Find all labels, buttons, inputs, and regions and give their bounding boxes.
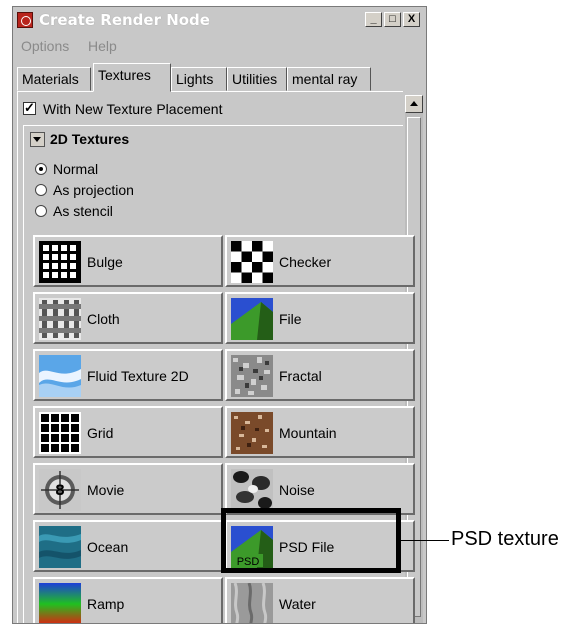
texture-label: Movie bbox=[87, 482, 125, 498]
fractal-icon bbox=[231, 355, 273, 397]
app-icon bbox=[17, 12, 33, 28]
callout-line bbox=[401, 540, 449, 541]
texture-button-water[interactable]: Water bbox=[225, 577, 415, 623]
file-icon bbox=[231, 298, 273, 340]
texture-button-bulge[interactable]: Bulge bbox=[33, 235, 223, 287]
texture-button-ocean[interactable]: Ocean bbox=[33, 520, 223, 572]
radio-label: As stencil bbox=[53, 203, 113, 219]
placement-checkbox-label: With New Texture Placement bbox=[43, 101, 223, 117]
tab-textures[interactable]: Textures bbox=[93, 63, 171, 92]
texture-label: Noise bbox=[279, 482, 315, 498]
texture-button-fractal[interactable]: Fractal bbox=[225, 349, 415, 401]
maximize-button[interactable]: □ bbox=[384, 12, 401, 27]
psd-texture-callout: PSD texture bbox=[451, 528, 559, 550]
menu-help[interactable]: Help bbox=[88, 38, 117, 54]
collapse-arrow-icon[interactable] bbox=[30, 132, 45, 147]
movie-icon: 8 bbox=[39, 469, 81, 511]
section-title: 2D Textures bbox=[50, 131, 130, 147]
tab-utilities[interactable]: Utilities bbox=[227, 67, 287, 91]
texture-button-checker[interactable]: Checker bbox=[225, 235, 415, 287]
radio-label: Normal bbox=[53, 161, 99, 177]
scroll-up-arrow-icon[interactable] bbox=[405, 95, 423, 113]
texture-label: Checker bbox=[279, 254, 332, 270]
texture-button-cloth[interactable]: Cloth bbox=[33, 292, 223, 344]
noise-icon bbox=[231, 469, 273, 511]
minimize-button[interactable]: _ bbox=[365, 12, 382, 27]
texture-label: Grid bbox=[87, 425, 114, 441]
texture-label: Water bbox=[279, 596, 316, 612]
placement-checkbox[interactable] bbox=[23, 100, 36, 116]
grid-icon bbox=[39, 412, 81, 454]
tab-lights[interactable]: Lights bbox=[171, 67, 227, 91]
radio-button[interactable] bbox=[35, 184, 47, 196]
window-title: Create Render Node bbox=[39, 11, 210, 29]
radio-label: As projection bbox=[53, 182, 134, 198]
water-icon bbox=[231, 583, 273, 623]
menu-options[interactable]: Options bbox=[21, 38, 69, 54]
texture-label: Fractal bbox=[279, 368, 322, 384]
tab-materials[interactable]: Materials bbox=[17, 67, 91, 91]
bulge-icon bbox=[39, 241, 81, 283]
cloth-icon bbox=[39, 298, 81, 340]
close-button[interactable]: X bbox=[403, 12, 420, 27]
texture-button-ramp[interactable]: Ramp bbox=[33, 577, 223, 623]
texture-label: Ocean bbox=[87, 539, 129, 555]
texture-label: Cloth bbox=[87, 311, 120, 327]
ramp-icon bbox=[39, 583, 81, 623]
svg-text:8: 8 bbox=[55, 483, 65, 499]
window-controls: _ □ X bbox=[365, 12, 420, 27]
texture-button-movie[interactable]: 8 Movie bbox=[33, 463, 223, 515]
texture-button-file[interactable]: File bbox=[225, 292, 415, 344]
fluid-texture-icon bbox=[39, 355, 81, 397]
ocean-icon bbox=[39, 526, 81, 568]
texture-button-fluid-texture-2d[interactable]: Fluid Texture 2D bbox=[33, 349, 223, 401]
texture-label: File bbox=[279, 311, 302, 327]
mountain-icon bbox=[231, 412, 273, 454]
texture-label: Bulge bbox=[87, 254, 123, 270]
title-bar[interactable]: Create Render Node _ □ X bbox=[13, 7, 426, 33]
texture-label: Ramp bbox=[87, 596, 125, 612]
radio-button[interactable] bbox=[35, 205, 47, 217]
checker-icon bbox=[231, 241, 273, 283]
texture-button-mountain[interactable]: Mountain bbox=[225, 406, 415, 458]
texture-label: Fluid Texture 2D bbox=[87, 368, 189, 384]
texture-button-grid[interactable]: Grid bbox=[33, 406, 223, 458]
radio-button[interactable] bbox=[35, 163, 47, 175]
texture-label: Mountain bbox=[279, 425, 337, 441]
tab-mental-ray[interactable]: mental ray bbox=[287, 67, 371, 91]
psd-highlight-box bbox=[221, 508, 401, 573]
